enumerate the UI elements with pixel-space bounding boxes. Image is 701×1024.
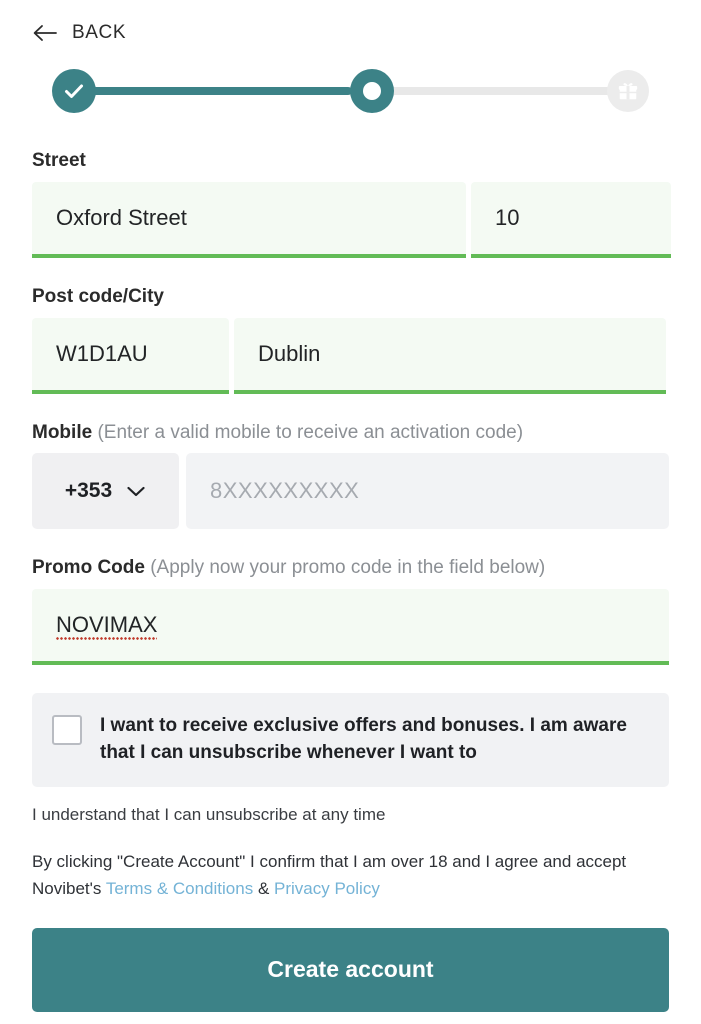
dot-icon <box>363 82 381 100</box>
terms-conditions-link[interactable]: Terms & Conditions <box>106 879 253 898</box>
street-number-input[interactable]: 10 <box>471 181 671 258</box>
street-label: Street <box>32 150 86 171</box>
stepper-track-fill <box>84 87 352 95</box>
postcode-input[interactable]: W1D1AU <box>32 317 229 394</box>
city-value: Dublin <box>258 340 321 366</box>
arrow-left-icon <box>32 23 58 43</box>
unsubscribe-note: I understand that I can unsubscribe at a… <box>32 805 386 825</box>
postcode-city-row: W1D1AU Dublin <box>32 317 669 394</box>
stepper-step-1-completed[interactable] <box>52 69 96 113</box>
marketing-consent-checkbox[interactable] <box>52 715 82 746</box>
street-value: Oxford Street <box>56 204 187 230</box>
check-icon <box>62 79 86 103</box>
country-code-value: +353 <box>64 479 113 503</box>
registration-stepper <box>32 60 669 122</box>
marketing-consent-label: I want to receive exclusive offers and b… <box>100 715 627 764</box>
mobile-label: Mobile (Enter a valid mobile to receive … <box>32 422 669 445</box>
promo-hint: (Apply now your promo code in the field … <box>150 557 546 579</box>
promo-label-text: Promo Code <box>32 557 145 579</box>
back-label: BACK <box>72 22 127 43</box>
postcode-value: W1D1AU <box>56 340 148 366</box>
mobile-hint: (Enter a valid mobile to receive an acti… <box>97 421 524 443</box>
street-number-value: 10 <box>495 204 520 230</box>
stepper-step-3-upcoming[interactable] <box>607 70 649 112</box>
mobile-placeholder: 8XXXXXXXXX <box>210 478 360 504</box>
promo-code-input[interactable]: NOVIMAX <box>32 589 669 666</box>
marketing-consent-box[interactable]: I want to receive exclusive offers and b… <box>32 693 669 788</box>
back-button[interactable]: BACK <box>32 0 172 48</box>
stepper-step-2-current[interactable] <box>350 69 394 113</box>
gift-icon <box>617 80 639 102</box>
street-row: Oxford Street 10 <box>32 181 671 258</box>
mobile-number-input[interactable]: 8XXXXXXXXX <box>186 453 669 530</box>
chevron-down-icon <box>126 485 146 498</box>
promo-label: Promo Code (Apply now your promo code in… <box>32 557 669 580</box>
terms-line-1: By clicking "Create Account" I confirm t… <box>32 852 627 872</box>
privacy-policy-link[interactable]: Privacy Policy <box>274 879 380 898</box>
street-input[interactable]: Oxford Street <box>32 181 466 258</box>
postcode-city-label: Post code/City <box>32 285 164 307</box>
terms-disclaimer: By clicking "Create Account" I confirm t… <box>32 849 669 902</box>
city-input[interactable]: Dublin <box>234 317 666 394</box>
create-account-button[interactable]: Create account <box>32 927 669 1012</box>
registration-page: BACK Street Oxford Street 10 Post code/C… <box>0 0 701 1024</box>
country-code-select[interactable]: +353 <box>32 453 179 530</box>
mobile-row: +353 8XXXXXXXXX <box>32 453 669 530</box>
promo-row: NOVIMAX <box>32 589 669 666</box>
terms-separator: & <box>257 878 270 898</box>
terms-brand-prefix: Novibet's <box>32 878 102 898</box>
mobile-label-text: Mobile <box>32 421 93 443</box>
promo-code-value: NOVIMAX <box>56 612 158 641</box>
